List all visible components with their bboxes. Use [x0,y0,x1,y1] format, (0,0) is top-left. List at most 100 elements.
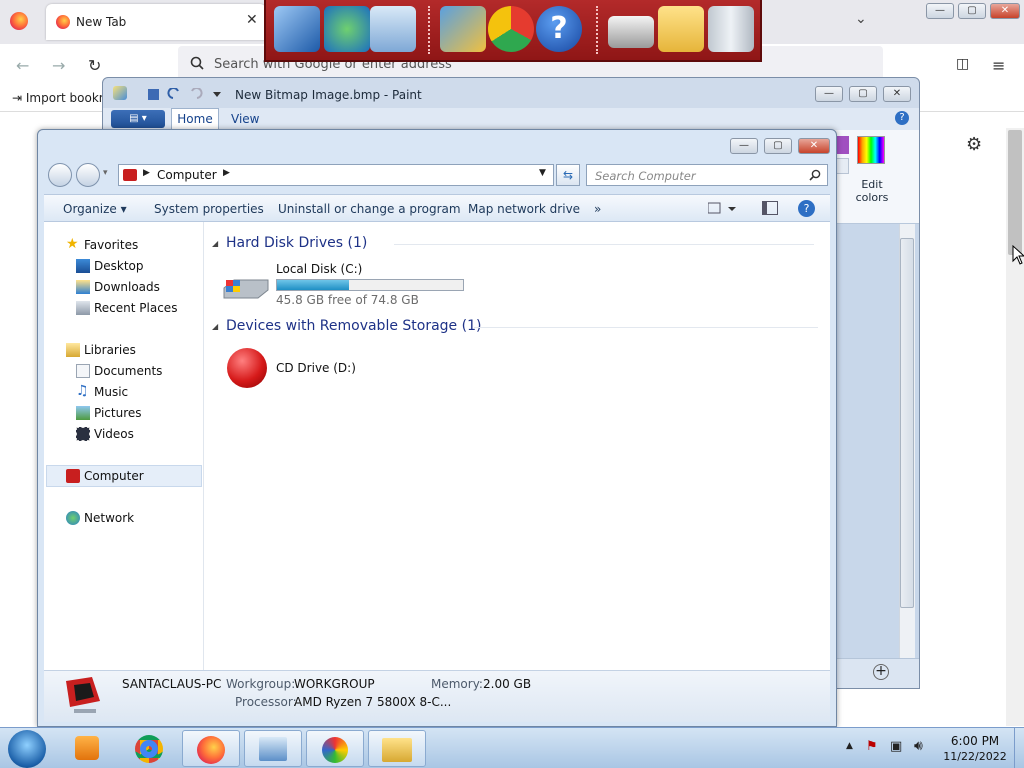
explorer-close-button[interactable]: ✕ [798,138,830,154]
taskbar-firefox[interactable] [182,730,240,767]
back-icon[interactable]: ← [16,56,29,75]
show-hidden-icons-icon[interactable]: ▲ [846,741,853,751]
default-programs-icon[interactable] [488,6,534,52]
uninstall-program-button[interactable]: Uninstall or change a program [278,202,461,216]
start-button[interactable] [8,730,46,768]
drive-c-name[interactable]: Local Disk (C:) [276,262,362,276]
network-globe-icon[interactable] [324,6,370,52]
group-header-hard-disk-drives[interactable]: Hard Disk Drives (1) [226,235,367,251]
taskbar-chrome[interactable] [120,730,178,767]
breadcrumb-computer[interactable]: Computer [157,168,217,182]
import-bookmarks-link[interactable]: ⇥ Import bookm [12,91,110,105]
breadcrumb-arrow-icon[interactable]: ▶ [223,168,230,178]
paint-help-icon[interactable]: ? [895,111,909,125]
refresh-button[interactable]: ⇆ [556,164,580,186]
nav-label: Videos [94,427,134,441]
clock-date[interactable]: 11/22/2022 [940,750,1010,763]
tab-title: New Tab [76,15,127,29]
nav-label: Pictures [94,406,142,420]
address-bar[interactable]: ▶ Computer ▶ ▼ [118,164,554,186]
pc-name: SANTACLAUS-PC [122,677,222,691]
edit-colors-icon[interactable] [857,136,885,164]
clock-time[interactable]: 6:00 PM [940,734,1010,748]
group-divider [394,244,814,245]
breadcrumb-arrow-icon[interactable]: ▶ [143,168,150,178]
cd-drive-icon[interactable] [227,348,267,388]
paint-maximize-button[interactable]: ▢ [849,86,877,102]
list-all-tabs-icon[interactable]: ⌄ [855,11,867,27]
nav-music[interactable]: ♫ Music [76,383,129,399]
taskbar-computer[interactable] [244,730,302,767]
nav-recent-places[interactable]: Recent Places [76,301,178,315]
preview-pane-icon[interactable] [762,201,778,215]
address-dropdown-icon[interactable]: ▼ [539,168,546,178]
firefox-close-button[interactable]: ✕ [990,3,1020,19]
explorer-maximize-button[interactable]: ▢ [764,138,792,154]
nav-desktop[interactable]: Desktop [76,259,144,273]
firefox-icon[interactable] [10,12,28,30]
show-desktop-button[interactable] [1014,728,1024,768]
nav-favorites[interactable]: ★ Favorites [66,236,138,252]
paint-application-menu-button[interactable]: ▤ ▾ [111,110,165,128]
pocket-icon[interactable]: ◫ [956,56,969,72]
taskbar-media-player[interactable] [58,730,116,767]
videos-icon [76,427,90,441]
forward-button[interactable] [76,163,100,187]
forward-icon[interactable]: → [52,56,65,75]
menu-icon[interactable]: ≡ [992,56,1005,75]
folder-icon[interactable] [658,6,704,52]
paint-scroll-thumb[interactable] [900,238,914,608]
nav-computer[interactable]: Computer [66,469,144,483]
nav-documents[interactable]: Documents [76,364,162,378]
removable-drive-icon[interactable] [608,16,654,48]
more-commands-button[interactable]: » [594,202,601,216]
reload-icon[interactable]: ↻ [88,56,101,75]
search-icon[interactable] [809,169,821,181]
tab-close-icon[interactable]: ✕ [246,12,258,28]
paint-minimize-button[interactable]: — [815,86,843,102]
help-icon[interactable]: ? [798,200,815,217]
nav-downloads[interactable]: Downloads [76,280,160,294]
firefox-minimize-button[interactable]: — [926,3,954,19]
recent-pages-chevron-icon[interactable]: ▾ [103,168,108,178]
action-center-icon[interactable]: ⚑ [866,739,878,754]
computer-launch-icon[interactable] [274,6,320,52]
network-tray-icon[interactable]: ▣ [890,739,902,754]
nav-pictures[interactable]: Pictures [76,406,142,420]
recycle-bin-icon[interactable] [708,6,754,52]
paint-close-button[interactable]: ✕ [883,86,911,102]
collapse-group-icon[interactable]: ◢ [212,239,218,248]
tab-new-tab[interactable]: New Tab ✕ [46,4,266,40]
organize-button[interactable]: Organize ▾ [63,202,127,216]
search-box[interactable]: Search Computer [586,164,828,186]
nav-libraries[interactable]: Libraries [66,343,136,357]
hard-disk-icon[interactable] [220,272,270,302]
group-header-removable-storage[interactable]: Devices with Removable Storage (1) [226,318,481,334]
taskbar-explorer[interactable] [368,730,426,767]
games-icon[interactable] [440,6,486,52]
firefox-scroll-thumb[interactable] [1008,130,1022,255]
tab-view[interactable]: View [231,112,259,126]
collapse-group-icon[interactable]: ◢ [212,322,218,331]
system-properties-button[interactable]: System properties [154,202,264,216]
taskbar-paint[interactable] [306,730,364,767]
tab-home[interactable]: Home [171,108,219,130]
nav-label: Music [94,385,129,399]
firefox-maximize-button[interactable]: ▢ [958,3,986,19]
nav-network[interactable]: Network [66,511,134,525]
change-view-icon[interactable] [707,202,738,216]
zoom-in-icon[interactable]: + [873,664,889,680]
explorer-minimize-button[interactable]: — [730,138,758,154]
paint-quick-access-icons[interactable] [147,88,227,102]
chrome-icon [135,735,163,763]
map-network-drive-button[interactable]: Map network drive [468,202,580,216]
gear-icon[interactable]: ⚙ [966,134,982,155]
nav-videos[interactable]: Videos [76,427,134,441]
volume-icon[interactable]: 🔊︎ [914,738,923,754]
documents-icon [76,364,90,378]
back-button[interactable] [48,163,72,187]
nav-label: Recent Places [94,301,178,315]
help-icon[interactable]: ? [536,6,582,52]
control-panel-icon[interactable] [370,6,416,52]
drive-d-name[interactable]: CD Drive (D:) [276,361,356,375]
